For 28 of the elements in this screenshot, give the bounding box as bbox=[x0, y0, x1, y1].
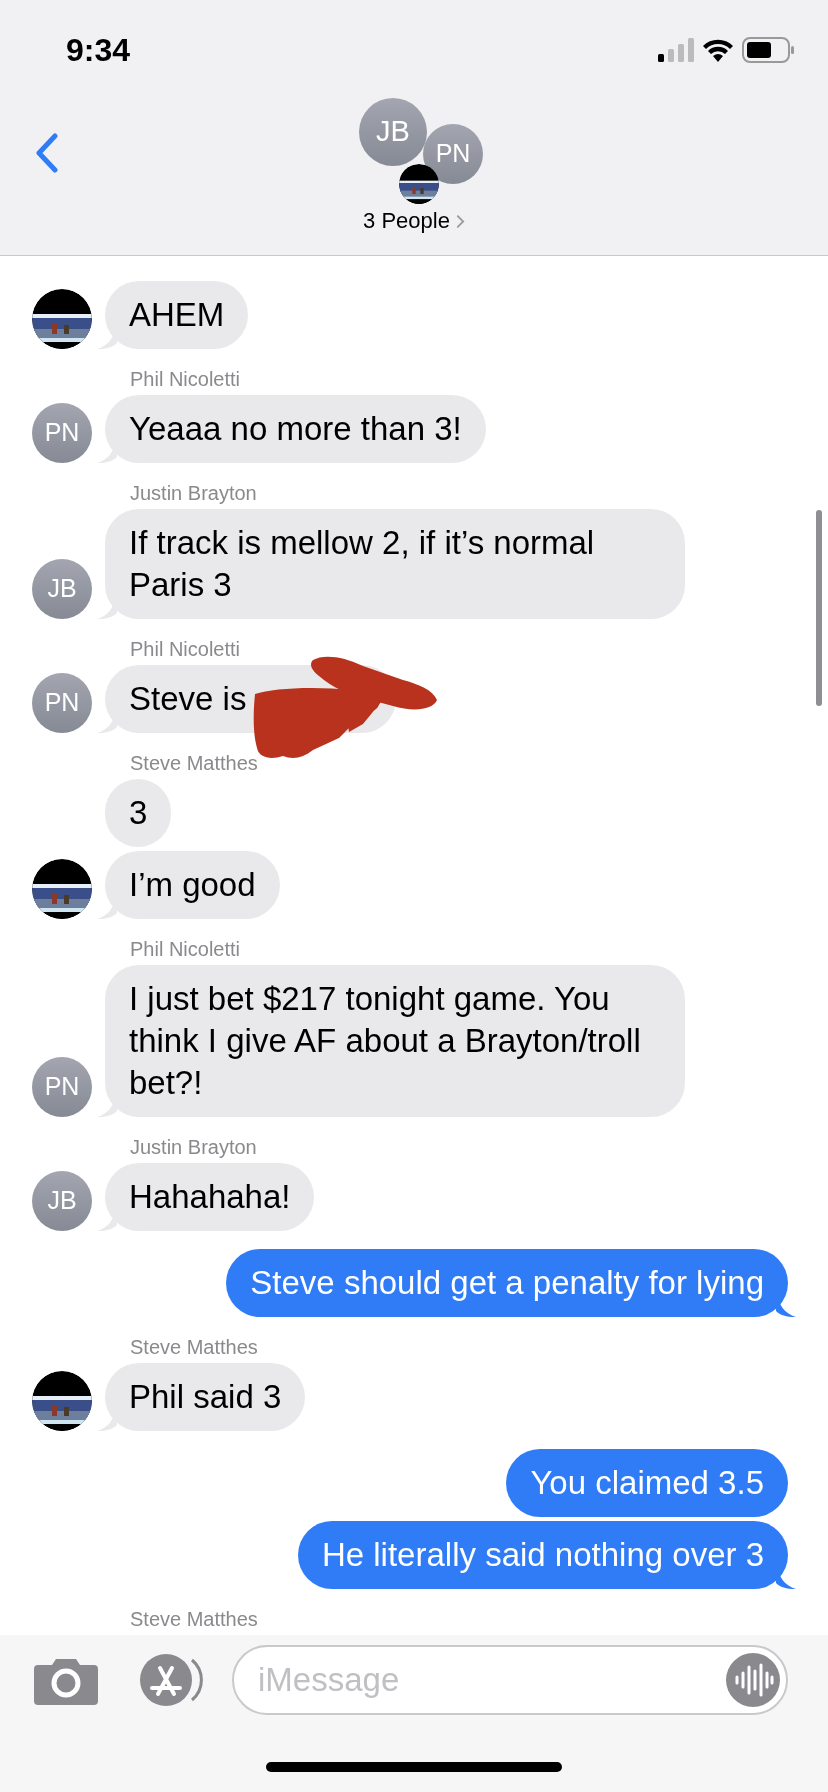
group-title-button[interactable]: 3 People bbox=[363, 208, 465, 234]
message-bubble[interactable]: If track is mellow 2, if it’s normal Paris 3 bbox=[105, 509, 685, 619]
status-time: 9:34 bbox=[66, 31, 131, 70]
message-bubble[interactable]: Phil said 3 bbox=[105, 1363, 306, 1431]
sender-name: Justin Brayton bbox=[130, 482, 257, 504]
message-bubble[interactable]: Yeaaa no more than 3! bbox=[105, 395, 486, 463]
message-bubble[interactable]: Hahahaha! bbox=[105, 1163, 315, 1231]
message-bubble[interactable]: You claimed 3.5 bbox=[506, 1449, 788, 1517]
sender-name: Steve Matthes bbox=[130, 752, 258, 774]
chevron-right-icon bbox=[455, 213, 465, 229]
sender-name: Steve Matthes bbox=[130, 1336, 258, 1358]
signal-icon bbox=[658, 38, 694, 62]
message-bubble[interactable]: He literally said nothing over 3 bbox=[297, 1521, 788, 1589]
message-bubble[interactable]: AHEM bbox=[105, 281, 249, 349]
message-bubble[interactable]: Steve should get a penalty for lying bbox=[226, 1249, 788, 1317]
message-bubble[interactable]: 3 bbox=[105, 779, 172, 847]
sender-name: Phil Nicoletti bbox=[130, 368, 241, 390]
message-input[interactable]: iMessage bbox=[232, 1645, 788, 1715]
sender-name: Justin Brayton bbox=[130, 1136, 257, 1158]
sender-name: Phil Nicoletti bbox=[130, 638, 241, 660]
wifi-icon bbox=[702, 38, 734, 62]
audio-waveform-icon[interactable] bbox=[726, 1653, 780, 1707]
message-bubble[interactable]: I’m good bbox=[105, 851, 280, 919]
sender-name: Steve Matthes bbox=[130, 1608, 258, 1630]
message-bubble[interactable]: I just bet $217 tonight game. You think I give AF about a Brayton/troll bet?! bbox=[105, 965, 685, 1117]
sender-name: Phil Nicoletti bbox=[130, 938, 241, 960]
battery-icon bbox=[742, 37, 794, 63]
back-chevron-icon bbox=[35, 133, 59, 173]
